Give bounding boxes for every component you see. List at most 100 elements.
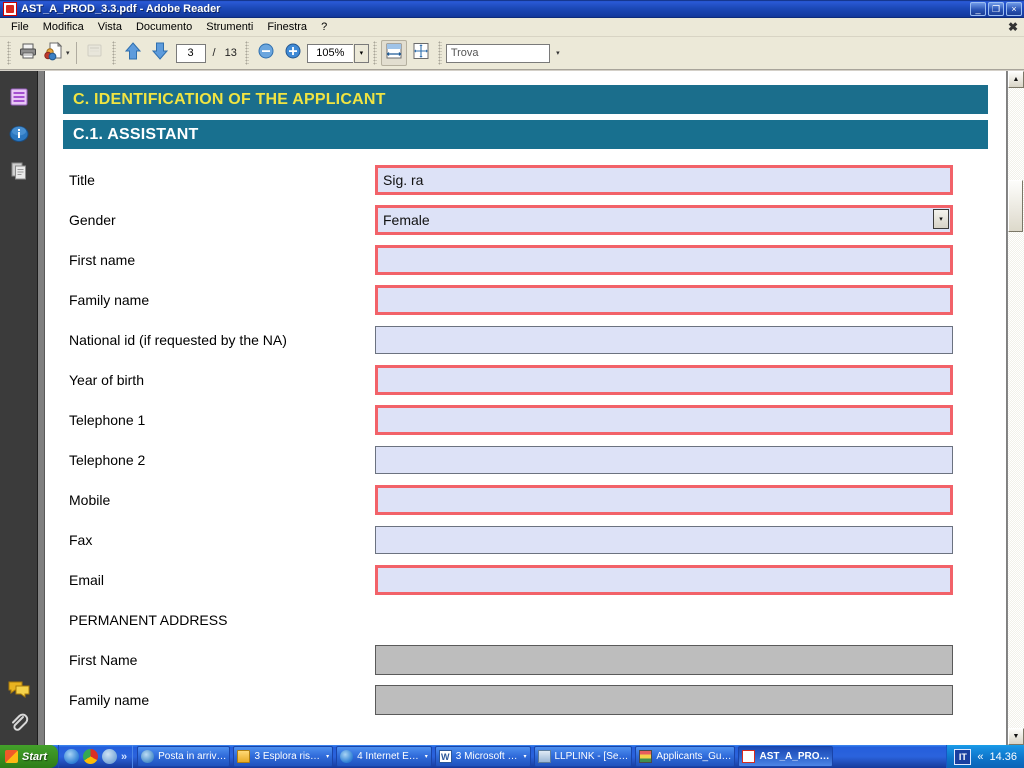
scrollbar-thumb[interactable]: [1008, 180, 1023, 232]
form-row-title: Title Sig. ra: [63, 160, 988, 200]
vertical-scrollbar[interactable]: ▲ ▼: [1007, 71, 1024, 745]
pages-icon[interactable]: [7, 159, 31, 183]
field-input-fax[interactable]: [375, 526, 953, 554]
field-value-gender: Female: [383, 212, 430, 228]
main-toolbar: ▾ 3 / 13 105% ▾ Trova ▾: [0, 37, 1024, 70]
taskbar-item-outlook[interactable]: Posta in arriv…: [137, 746, 231, 767]
form-row-national-id: National id (if requested by the NA): [63, 320, 988, 360]
bookmarks-icon[interactable]: [7, 85, 31, 109]
menu-item-strumenti[interactable]: Strumenti: [199, 19, 260, 35]
tray-expand-chevron-icon[interactable]: «: [977, 751, 983, 763]
menu-item-vista[interactable]: Vista: [91, 19, 129, 35]
field-label-gender: Gender: [69, 212, 116, 228]
taskbar-item-explorer[interactable]: 3 Esplora ris… ▾: [233, 746, 334, 767]
browser-quicklaunch-icon[interactable]: [102, 749, 117, 764]
toolbar-grip-4[interactable]: [372, 41, 377, 65]
chrome-quicklaunch-icon[interactable]: [83, 749, 98, 764]
navigation-pane: [0, 71, 38, 745]
scroll-down-button[interactable]: ▼: [1008, 728, 1024, 745]
acrobat-icon: [742, 750, 756, 763]
toolbar-grip-2[interactable]: [111, 41, 116, 65]
chevron-down-icon[interactable]: ▾: [423, 753, 428, 760]
printer-icon: [18, 41, 38, 66]
field-label-family-name: Family name: [69, 292, 150, 308]
toolbar-grip-3[interactable]: [244, 41, 249, 65]
fit-width-button[interactable]: [380, 40, 407, 66]
chevron-down-icon[interactable]: ▾: [521, 753, 526, 760]
form-row-year-of-birth: Year of birth: [63, 360, 988, 400]
print-button[interactable]: [15, 40, 41, 66]
snapshot-button-disabled: [82, 40, 108, 66]
menu-item-documento[interactable]: Documento: [129, 19, 199, 35]
share-caret-icon[interactable]: ▾: [66, 49, 70, 57]
field-input-first-name[interactable]: [375, 245, 953, 275]
comments-icon[interactable]: [7, 677, 31, 701]
taskbar-clock[interactable]: 14.36: [989, 751, 1017, 763]
field-input-email[interactable]: [375, 565, 953, 595]
field-input-gender[interactable]: Female ▾: [375, 205, 953, 235]
language-indicator[interactable]: IT: [954, 748, 972, 765]
share-document-icon: [43, 41, 65, 66]
start-button[interactable]: Start: [0, 745, 58, 768]
page-number-input[interactable]: 3: [175, 43, 206, 63]
chevron-down-icon[interactable]: ▾: [324, 753, 329, 760]
next-page-button[interactable]: [147, 40, 173, 66]
field-input-mobile[interactable]: [375, 485, 953, 515]
menu-bar: File Modifica Vista Documento Strumenti …: [0, 18, 1024, 37]
toolbar-grip[interactable]: [7, 41, 11, 65]
field-input-telephone-1[interactable]: [375, 405, 953, 435]
find-dropdown-button[interactable]: ▾: [551, 44, 565, 63]
zoom-out-button[interactable]: [253, 40, 279, 66]
scrollbar-track[interactable]: [1008, 88, 1024, 728]
menu-item-file[interactable]: File: [4, 19, 36, 35]
form-row-gender: Gender Female ▾: [63, 200, 988, 240]
field-input-year-of-birth[interactable]: [375, 365, 953, 395]
info-icon[interactable]: [7, 122, 31, 146]
field-label-address-family-name: Family name: [69, 692, 150, 708]
taskbar-item-ast-a-prod[interactable]: AST_A_PRO…: [738, 746, 834, 767]
quick-launch-chevron-icon[interactable]: »: [121, 751, 127, 763]
restore-button[interactable]: ❐: [988, 2, 1004, 16]
field-label-fax: Fax: [69, 532, 93, 548]
field-label-national-id: National id (if requested by the NA): [69, 332, 287, 348]
snapshot-disabled-icon: [85, 41, 105, 66]
share-document-button[interactable]: ▾: [42, 40, 71, 66]
scroll-up-button[interactable]: ▲: [1008, 71, 1024, 88]
field-input-title[interactable]: Sig. ra: [375, 165, 953, 195]
taskbar-item-word[interactable]: W 3 Microsoft … ▾: [434, 746, 531, 767]
quick-launch-bar: »: [58, 745, 134, 768]
zoom-in-button[interactable]: [280, 40, 306, 66]
field-label-first-name: First name: [69, 252, 136, 268]
close-button[interactable]: ×: [1006, 2, 1022, 16]
zoom-level-input[interactable]: 105%: [306, 43, 353, 63]
attachments-icon[interactable]: [7, 711, 31, 735]
subsection-heading-permanent-address: PERMANENT ADDRESS: [69, 612, 228, 628]
section-heading-main: C. IDENTIFICATION OF THE APPLICANT: [63, 85, 988, 114]
taskbar-item-label: 4 Internet E…: [357, 751, 419, 762]
find-input[interactable]: Trova: [445, 43, 550, 63]
pdf-page-content: C. IDENTIFICATION OF THE APPLICANT C.1. …: [45, 71, 1006, 720]
menu-item-finestra[interactable]: Finestra: [260, 19, 314, 35]
taskbar-item-internet-explorer[interactable]: 4 Internet E… ▾: [336, 746, 432, 767]
page-total: 13: [224, 47, 237, 59]
section-heading-sub: C.1. ASSISTANT: [63, 120, 988, 149]
internet-explorer-quicklaunch-icon[interactable]: [64, 749, 79, 764]
field-input-family-name[interactable]: [375, 285, 953, 315]
minimize-button[interactable]: _: [970, 2, 986, 16]
taskbar-item-applicants-guide[interactable]: Applicants_Gu…: [635, 746, 736, 767]
chevron-down-icon[interactable]: ▾: [933, 209, 949, 229]
taskbar-item-llplink[interactable]: LLPLINK - [Se…: [533, 746, 633, 767]
toolbar-grip-5[interactable]: [437, 41, 442, 65]
menu-item-modifica[interactable]: Modifica: [36, 19, 91, 35]
field-label-telephone-2: Telephone 2: [69, 452, 146, 468]
field-label-title: Title: [69, 172, 95, 188]
field-input-national-id[interactable]: [375, 326, 953, 354]
document-close-button[interactable]: ✖: [1008, 20, 1018, 34]
previous-page-button[interactable]: [120, 40, 146, 66]
field-input-telephone-2[interactable]: [375, 446, 953, 474]
form-row-family-name: Family name: [63, 280, 988, 320]
menu-item-help[interactable]: ?: [314, 19, 334, 35]
form-row-mobile: Mobile: [63, 480, 988, 520]
zoom-dropdown-button[interactable]: ▾: [353, 43, 369, 63]
fit-page-button[interactable]: [408, 40, 434, 66]
